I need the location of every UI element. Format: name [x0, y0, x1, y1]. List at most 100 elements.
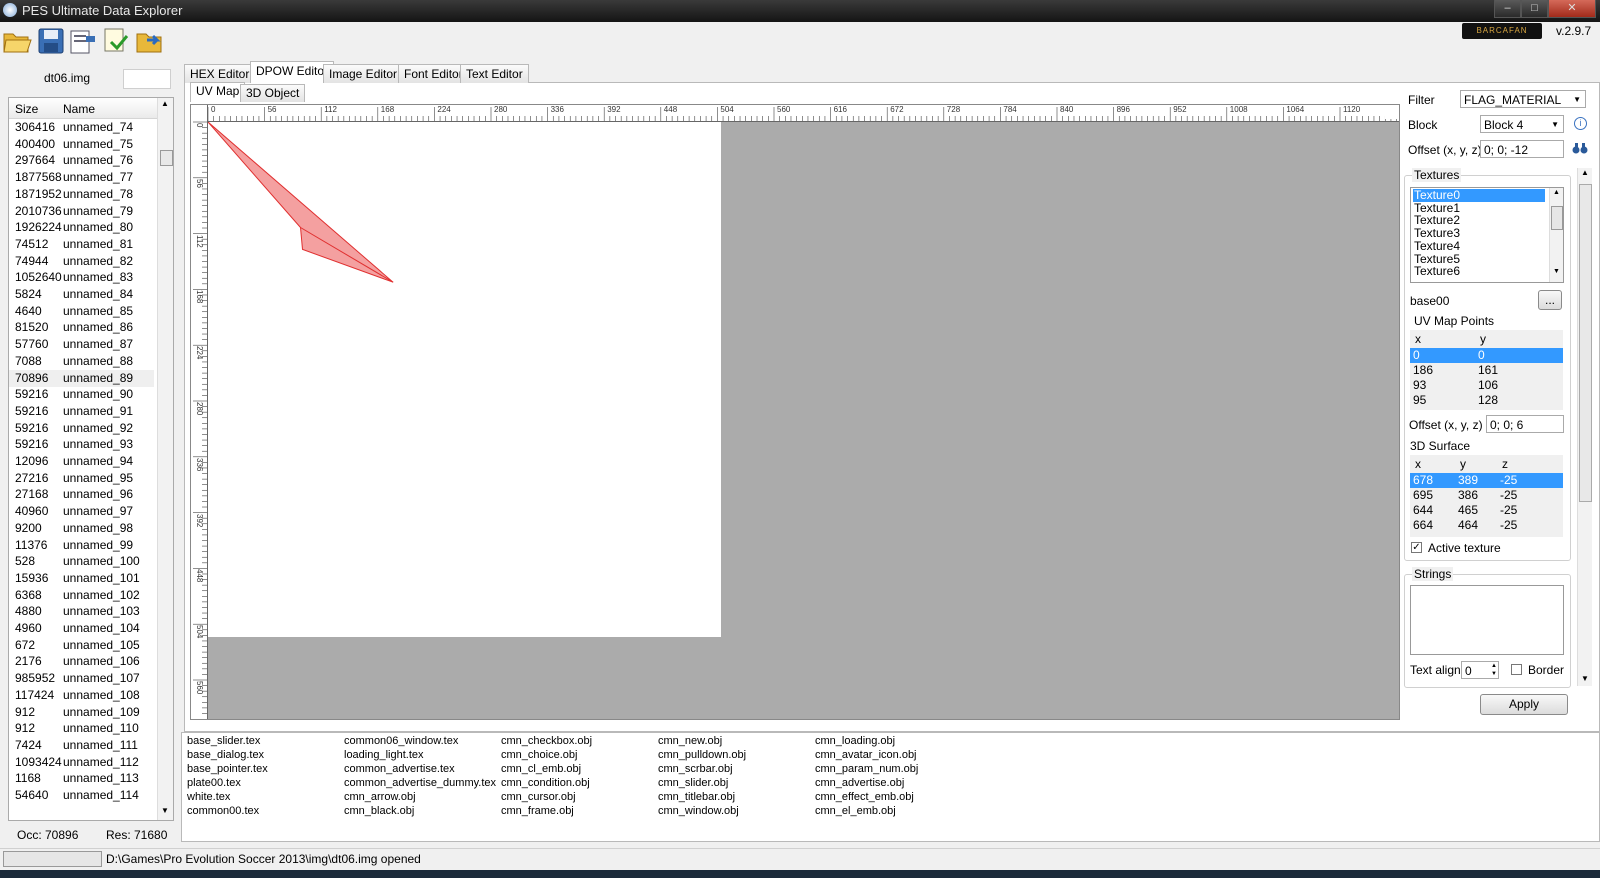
list-item[interactable]: 528 unnamed_100: [9, 553, 154, 570]
list-item[interactable]: 4880 unnamed_103: [9, 603, 154, 620]
list-item[interactable]: 297664 unnamed_76: [9, 152, 154, 169]
textures-scroll-thumb[interactable]: [1551, 206, 1563, 230]
list-item[interactable]: 672 unnamed_105: [9, 637, 154, 654]
maximize-button[interactable]: □: [1521, 0, 1548, 18]
list-item[interactable]: 2010736 unnamed_79: [9, 203, 154, 220]
info-icon[interactable]: i: [1574, 117, 1587, 130]
close-button[interactable]: ✕: [1548, 0, 1596, 18]
column-name[interactable]: Name: [63, 102, 95, 116]
minimize-button[interactable]: –: [1494, 0, 1521, 18]
list-item[interactable]: 54640 unnamed_114: [9, 787, 154, 804]
tab-font-editor[interactable]: Font Editor: [398, 64, 469, 83]
offset-input[interactable]: 0; 0; -12: [1480, 140, 1564, 158]
texture-item[interactable]: Texture6: [1414, 265, 1460, 278]
file-item[interactable]: cmn_choice.obj: [501, 748, 592, 762]
browse-button[interactable]: ...: [1538, 290, 1562, 310]
list-item[interactable]: 912 unnamed_110: [9, 720, 154, 737]
list-item[interactable]: 117424 unnamed_108: [9, 687, 154, 704]
tab-hex-editor[interactable]: HEX Editor: [184, 64, 256, 83]
file-item[interactable]: cmn_avatar_icon.obj: [815, 748, 918, 762]
file-item[interactable]: cmn_param_num.obj: [815, 762, 918, 776]
file-item[interactable]: cmn_cl_emb.obj: [501, 762, 592, 776]
file-item[interactable]: cmn_frame.obj: [501, 804, 592, 818]
uv-point-row[interactable]: 186 161: [1410, 363, 1563, 378]
file-item[interactable]: cmn_pulldown.obj: [658, 748, 746, 762]
apply-button[interactable]: Apply: [1480, 694, 1568, 715]
file-item[interactable]: base_pointer.tex: [187, 762, 268, 776]
uv-point-row[interactable]: 00: [1410, 348, 1563, 363]
surface-point-row[interactable]: 678 389 -25: [1410, 473, 1563, 488]
file-grid[interactable]: base_slider.tex base_dialog.tex base_point…: [181, 732, 1600, 842]
active-texture-checkbox[interactable]: ✓: [1411, 542, 1422, 553]
tab-dpow-editor[interactable]: DPOW Editor: [250, 61, 335, 83]
textures-list[interactable]: Texture0 Texture1 Texture2 Texture3 Texture4…: [1410, 187, 1564, 283]
file-item[interactable]: common_advertise_dummy.tex: [344, 776, 496, 790]
list-item[interactable]: 1926224 unnamed_80: [9, 219, 154, 236]
list-item[interactable]: 15936 unnamed_101: [9, 570, 154, 587]
right-panel-scrollbar[interactable]: ▲ ▼: [1577, 168, 1592, 686]
subtab-3d-object[interactable]: 3D Object: [240, 84, 306, 102]
surface-point-row[interactable]: 644 465 -25: [1410, 503, 1563, 518]
list-item[interactable]: 1168 unnamed_113: [9, 770, 154, 787]
file-item[interactable]: cmn_loading.obj: [815, 734, 918, 748]
texture-item[interactable]: Texture4: [1414, 239, 1460, 253]
list-item[interactable]: 57760 unnamed_87: [9, 336, 154, 353]
list-item[interactable]: 74944 unnamed_82: [9, 253, 154, 270]
file-item[interactable]: cmn_scrbar.obj: [658, 762, 746, 776]
strings-textarea[interactable]: [1410, 585, 1564, 655]
list-item[interactable]: 985952 unnamed_107: [9, 670, 154, 687]
list-item[interactable]: 6368 unnamed_102: [9, 587, 154, 604]
save-icon[interactable]: [36, 26, 66, 56]
column-size[interactable]: Size: [15, 102, 38, 116]
file-item[interactable]: cmn_condition.obj: [501, 776, 592, 790]
list-item[interactable]: 1052640 unnamed_83: [9, 269, 154, 286]
list-item[interactable]: 1093424 unnamed_112: [9, 754, 154, 771]
list-item[interactable]: 81520 unnamed_86: [9, 319, 154, 336]
list-item[interactable]: 4960 unnamed_104: [9, 620, 154, 637]
list-item[interactable]: 27168 unnamed_96: [9, 486, 154, 503]
file-item[interactable]: cmn_new.obj: [658, 734, 746, 748]
list-item[interactable]: 2176 unnamed_106: [9, 653, 154, 670]
surface-point-row[interactable]: 695 386 -25: [1410, 488, 1563, 503]
uv-point-row[interactable]: 95 128: [1410, 393, 1563, 408]
file-item[interactable]: cmn_arrow.obj: [344, 790, 496, 804]
open-folder-icon[interactable]: [2, 26, 32, 56]
file-item[interactable]: plate00.tex: [187, 776, 268, 790]
file-item[interactable]: cmn_slider.obj: [658, 776, 746, 790]
list-item[interactable]: 7088 unnamed_88: [9, 353, 154, 370]
list-item[interactable]: 27216 unnamed_95: [9, 470, 154, 487]
list-item[interactable]: 59216 unnamed_91: [9, 403, 154, 420]
file-item[interactable]: cmn_checkbox.obj: [501, 734, 592, 748]
list-item[interactable]: 40960 unnamed_97: [9, 503, 154, 520]
scroll-up-icon[interactable]: ▲: [161, 99, 169, 108]
file-item[interactable]: cmn_el_emb.obj: [815, 804, 918, 818]
batch-export-icon[interactable]: [135, 26, 165, 56]
list-item[interactable]: 59216 unnamed_93: [9, 436, 154, 453]
binoculars-icon[interactable]: [1572, 141, 1588, 155]
import-icon[interactable]: [68, 26, 98, 56]
list-item[interactable]: 70896 unnamed_89: [9, 369, 154, 387]
uv-points-grid[interactable]: x y 0 0 186 161 93 106 95 128: [1410, 330, 1563, 410]
right-scroll-thumb[interactable]: [1579, 184, 1592, 502]
tab-image-editor[interactable]: Image Editor: [323, 64, 404, 83]
text-align-stepper[interactable]: 0 ▲ ▼: [1461, 661, 1499, 679]
textures-scroll-up-icon[interactable]: ▲: [1553, 189, 1560, 196]
list-item[interactable]: 11376 unnamed_99: [9, 537, 154, 554]
right-scroll-down-icon[interactable]: ▼: [1581, 674, 1589, 683]
file-item[interactable]: cmn_effect_emb.obj: [815, 790, 918, 804]
list-item[interactable]: 4640 unnamed_85: [9, 303, 154, 320]
textures-scroll-down-icon[interactable]: ▼: [1553, 268, 1560, 275]
list-item[interactable]: 5824 unnamed_84: [9, 286, 154, 303]
surface-point-row[interactable]: 664 464 -25: [1410, 518, 1563, 533]
scroll-thumb[interactable]: [160, 150, 173, 166]
file-list[interactable]: Size Name 306416 unnamed_74 400400 unnamed_…: [8, 97, 174, 821]
list-item[interactable]: 9200 unnamed_98: [9, 520, 154, 537]
file-search-input[interactable]: [123, 69, 171, 89]
list-item[interactable]: 912 unnamed_109: [9, 704, 154, 721]
file-item[interactable]: cmn_advertise.obj: [815, 776, 918, 790]
scroll-down-icon[interactable]: ▼: [161, 806, 169, 815]
file-item[interactable]: cmn_cursor.obj: [501, 790, 592, 804]
file-item[interactable]: base_dialog.tex: [187, 748, 268, 762]
file-item[interactable]: white.tex: [187, 790, 268, 804]
list-item[interactable]: 59216 unnamed_90: [9, 386, 154, 403]
